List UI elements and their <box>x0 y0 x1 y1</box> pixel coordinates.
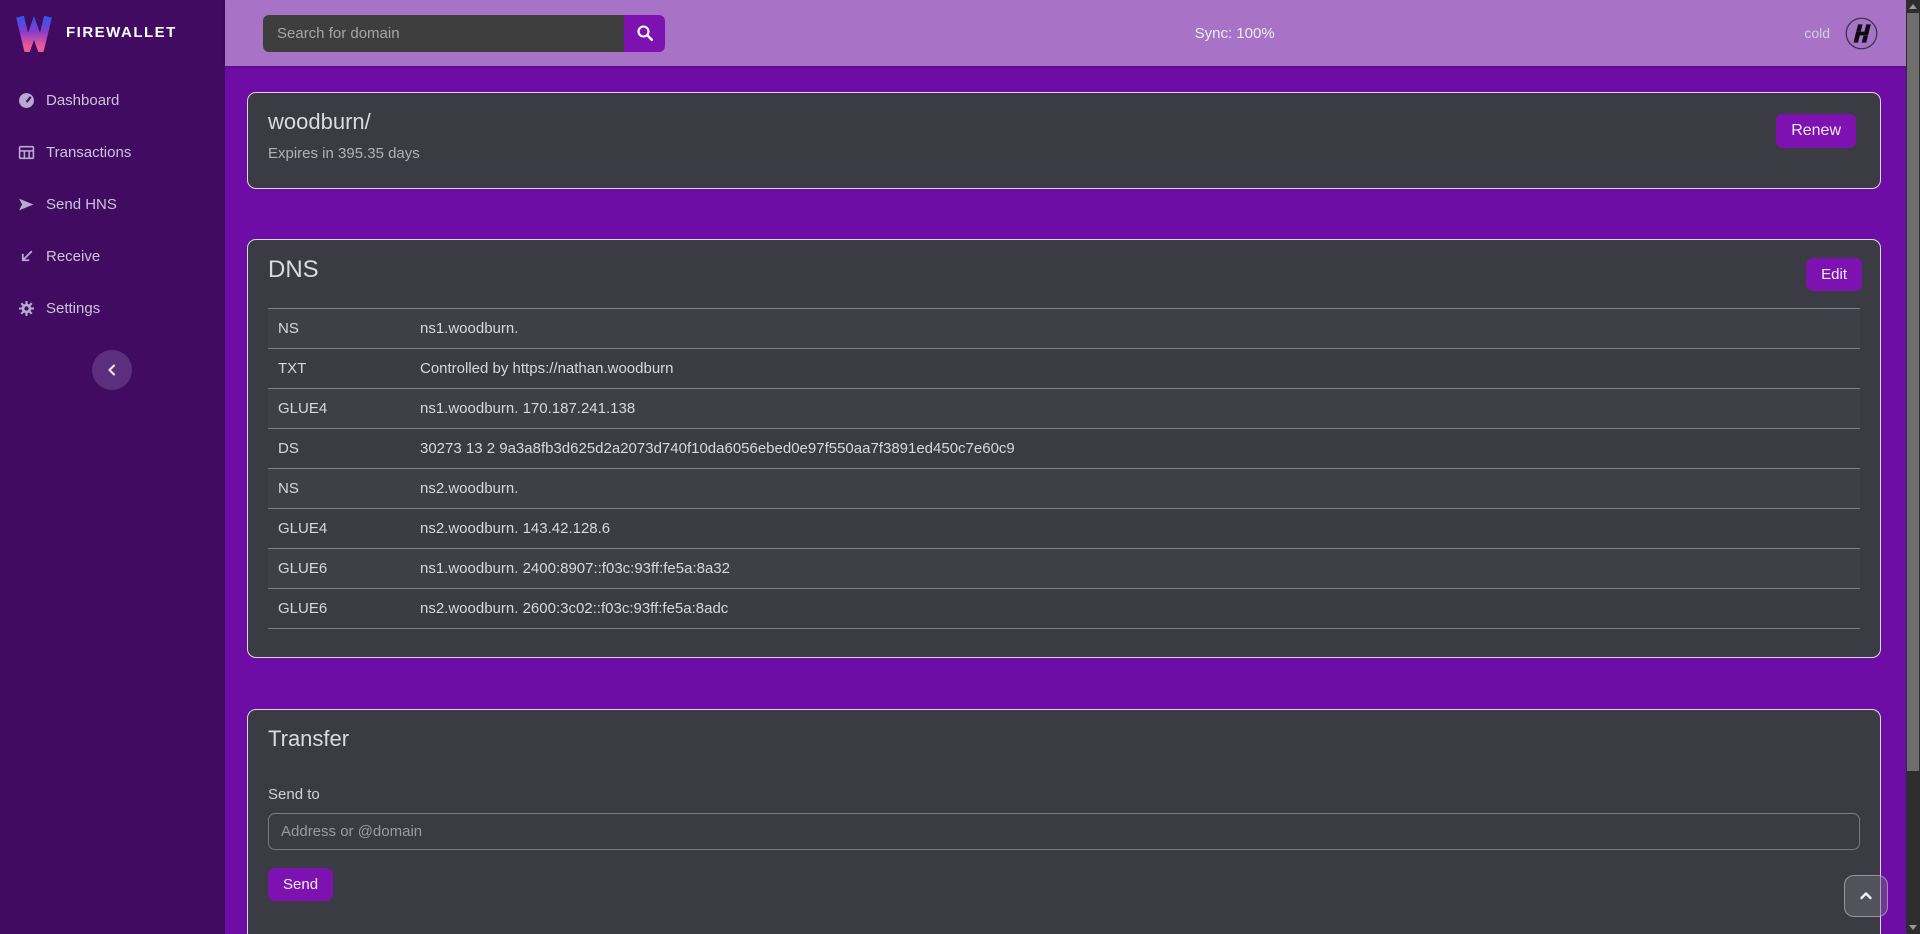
dns-record-type: TXT <box>268 349 410 389</box>
dns-record-row: GLUE4 ns1.woodburn. 170.187.241.138 <box>268 389 1860 429</box>
dns-record-type: DS <box>268 429 410 469</box>
dns-record-type: NS <box>268 309 410 349</box>
dns-record-row: NS ns2.woodburn. <box>268 469 1860 509</box>
brand-header: FIREWALLET <box>0 0 225 64</box>
dns-record-value: ns2.woodburn. <box>410 469 1860 509</box>
sidebar-nav: Dashboard Transactions <box>0 74 225 334</box>
scrollbar-up-arrow-icon[interactable] <box>1909 4 1917 9</box>
scrollbar-down-arrow-icon[interactable] <box>1909 925 1917 930</box>
transfer-address-input[interactable] <box>268 813 1860 850</box>
dns-record-row: TXT Controlled by https://nathan.woodbur… <box>268 349 1860 389</box>
dns-record-row: NS ns1.woodburn. <box>268 309 1860 349</box>
dns-record-value: ns1.woodburn. 2400:8907::f03c:93ff:fe5a:… <box>410 549 1860 589</box>
topbar: Sync: 100% cold <box>225 0 1906 66</box>
app-title: FIREWALLET <box>66 24 177 41</box>
dns-record-value: Controlled by https://nathan.woodburn <box>410 349 1860 389</box>
sidebar-item-receive[interactable]: Receive <box>0 230 225 282</box>
domain-card: woodburn/ Expires in 395.35 days Renew <box>247 92 1881 189</box>
dns-record-type: GLUE4 <box>268 389 410 429</box>
sidebar-item-send-hns[interactable]: Send HNS <box>0 178 225 230</box>
scrollbar-thumb[interactable] <box>1907 13 1919 771</box>
sidebar-item-settings[interactable]: Settings <box>0 282 225 334</box>
dns-record-type: NS <box>268 469 410 509</box>
domain-title: woodburn/ <box>268 108 1860 136</box>
dns-record-value: ns2.woodburn. 143.42.128.6 <box>410 509 1860 549</box>
scroll-to-top-button[interactable] <box>1844 875 1888 917</box>
send-button[interactable]: Send <box>268 868 333 901</box>
domain-search <box>263 15 665 52</box>
sidebar-item-label: Dashboard <box>46 92 119 109</box>
sidebar-item-dashboard[interactable]: Dashboard <box>0 74 225 126</box>
edit-dns-button[interactable]: Edit <box>1806 258 1862 291</box>
renew-button[interactable]: Renew <box>1776 114 1856 148</box>
wallet-name: cold <box>1804 25 1830 41</box>
page-content: woodburn/ Expires in 395.35 days Renew D… <box>225 66 1906 934</box>
chevron-up-icon <box>1858 888 1874 904</box>
app-window: FIREWALLET Dashboard <box>0 0 1920 934</box>
sidebar-item-transactions[interactable]: Transactions <box>0 126 225 178</box>
handshake-logo-icon <box>1845 17 1878 50</box>
send-icon <box>18 196 35 213</box>
sidebar-item-label: Receive <box>46 248 100 265</box>
dns-record-row: GLUE4 ns2.woodburn. 143.42.128.6 <box>268 509 1860 549</box>
dashboard-icon <box>18 92 35 109</box>
search-icon <box>636 24 654 42</box>
dns-record-value: ns1.woodburn. <box>410 309 1860 349</box>
transfer-title: Transfer <box>268 725 1860 753</box>
dns-records-table: NS ns1.woodburn. TXT Controlled by https… <box>268 308 1860 629</box>
dns-record-value: 30273 13 2 9a3a8fb3d625d2a2073d740f10da6… <box>410 429 1860 469</box>
send-to-label: Send to <box>268 786 1860 803</box>
dns-record-row: GLUE6 ns1.woodburn. 2400:8907::f03c:93ff… <box>268 549 1860 589</box>
chevron-left-icon <box>105 363 119 377</box>
transactions-icon <box>18 144 35 161</box>
receive-icon <box>18 248 35 265</box>
sidebar: FIREWALLET Dashboard <box>0 0 225 934</box>
vertical-scrollbar[interactable] <box>1906 0 1920 934</box>
settings-icon <box>18 300 35 317</box>
sidebar-item-label: Transactions <box>46 144 131 161</box>
search-button[interactable] <box>624 15 665 52</box>
wallet-selector[interactable]: cold <box>1804 17 1878 50</box>
dns-title: DNS <box>268 255 1860 285</box>
sync-status: Sync: 100% <box>665 25 1804 42</box>
dns-card: DNS Edit NS ns1.woodburn. TXT Controlled… <box>247 239 1881 658</box>
dns-record-row: DS 30273 13 2 9a3a8fb3d625d2a2073d740f10… <box>268 429 1860 469</box>
dns-record-type: GLUE4 <box>268 509 410 549</box>
dns-record-type: GLUE6 <box>268 549 410 589</box>
sidebar-item-label: Send HNS <box>46 196 117 213</box>
dns-record-value: ns1.woodburn. 170.187.241.138 <box>410 389 1860 429</box>
dns-record-type: GLUE6 <box>268 589 410 629</box>
dns-record-row: GLUE6 ns2.woodburn. 2600:3c02::f03c:93ff… <box>268 589 1860 629</box>
main-column: Sync: 100% cold <box>225 0 1906 934</box>
transfer-card: Transfer Send to Send <box>247 709 1881 934</box>
dns-table-body: NS ns1.woodburn. TXT Controlled by https… <box>268 309 1860 629</box>
dns-record-value: ns2.woodburn. 2600:3c02::f03c:93ff:fe5a:… <box>410 589 1860 629</box>
sidebar-item-label: Settings <box>46 300 100 317</box>
domain-expiry: Expires in 395.35 days <box>268 145 1860 162</box>
search-input[interactable] <box>263 15 624 52</box>
sidebar-collapse-button[interactable] <box>92 350 132 390</box>
firewallet-logo-icon <box>14 12 54 52</box>
